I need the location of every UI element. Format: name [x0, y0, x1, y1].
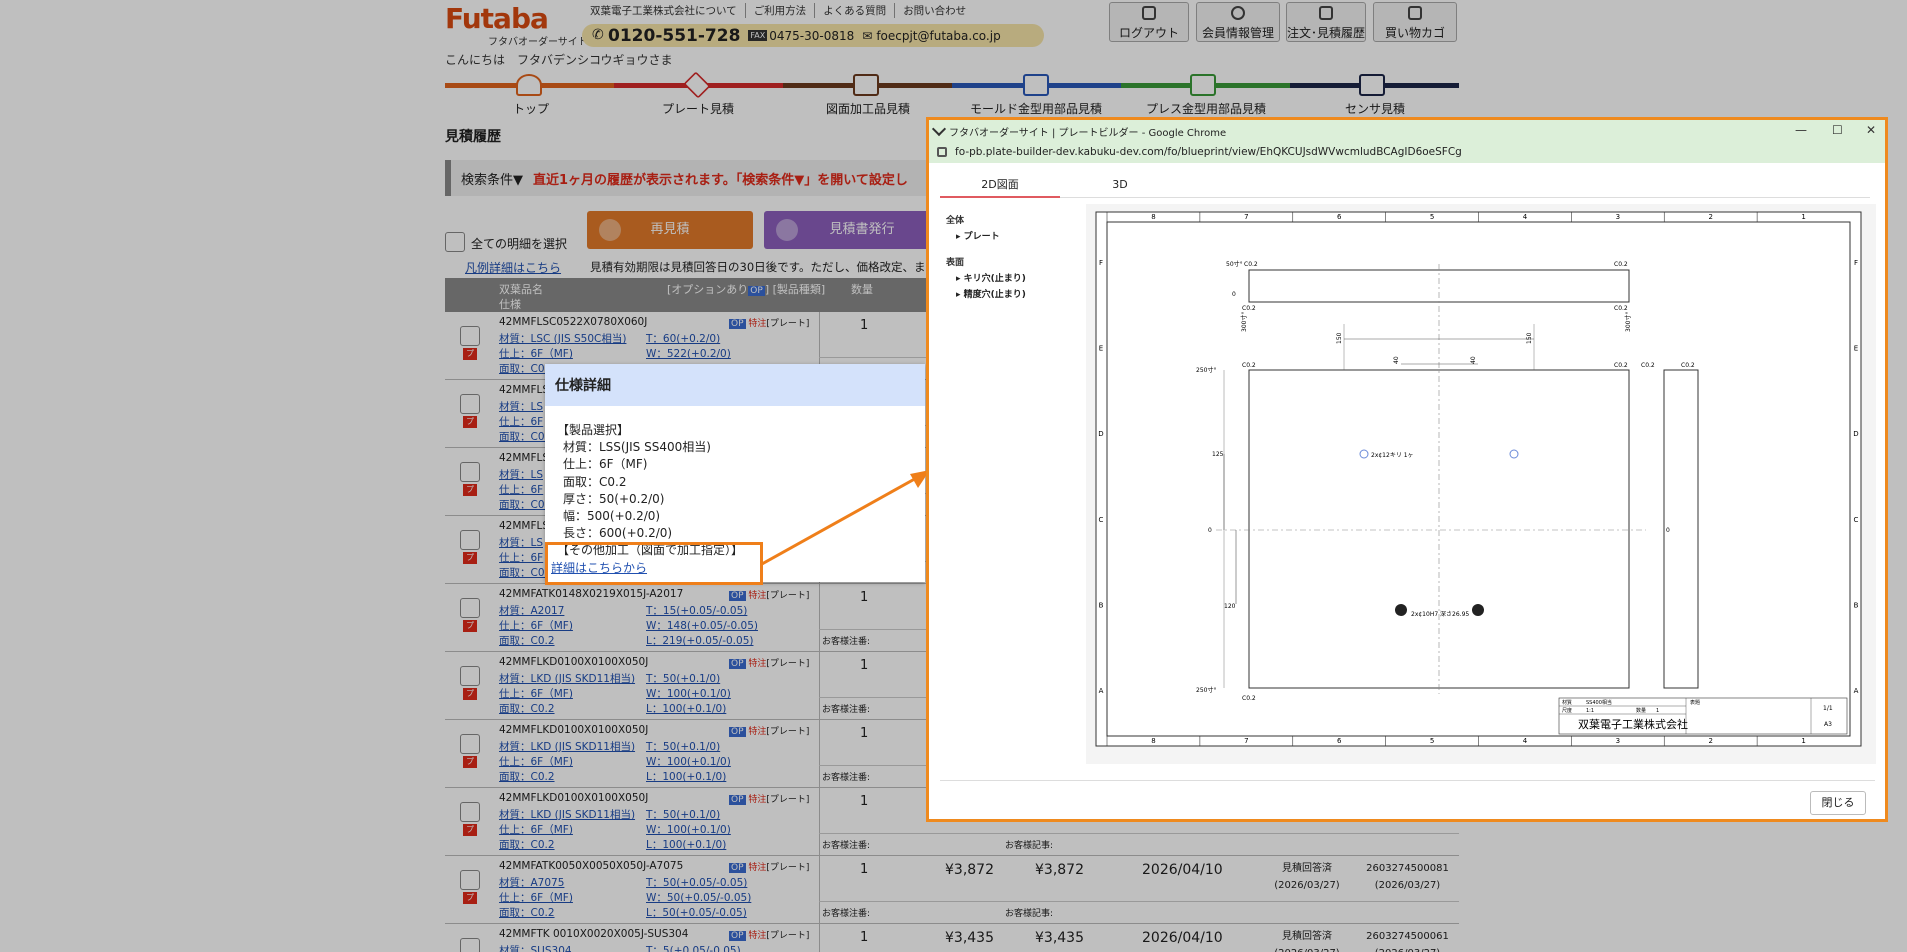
zone-col-label: 5	[1430, 737, 1434, 745]
tree-item-precision-hole[interactable]: ▸ 精度穴(止まり)	[946, 287, 1069, 303]
dim-300a: 300寸°	[1240, 312, 1248, 332]
tb-material-label: 材質	[1562, 699, 1572, 706]
zone-row-label: C	[1854, 516, 1859, 524]
dim-c02: C0.2	[1641, 362, 1655, 369]
spec-line: 【製品選択】	[557, 423, 630, 437]
spec-line: 材質：LSS(JIS SS400相当)	[563, 440, 711, 455]
zone-col-label: 6	[1337, 737, 1342, 745]
blueprint-popup-window: フタバオーダーサイト | プレートビルダー - Google Chrome — …	[926, 117, 1888, 822]
zone-row-label: B	[1099, 602, 1104, 610]
zone-row-label: A	[1099, 687, 1104, 695]
pointer-arrow	[761, 470, 930, 566]
minimize-icon[interactable]: —	[1795, 123, 1807, 137]
dim-c02: C0.2	[1244, 261, 1258, 268]
tb-material: SS400相当	[1586, 699, 1612, 706]
zone-col-label: 2	[1708, 213, 1712, 221]
feature-tree: 全体 ▸ プレート 表面 ▸ キリ穴(止まり) ▸ 精度穴(止まり)	[940, 204, 1075, 764]
blueprint-canvas[interactable]: 8 8 7 7 6 6 5 5 4 4 3 3 2 2 1 1 F F E E D D C C B B A A 50寸° C0.2 C…	[1086, 204, 1876, 764]
zone-row-label: D	[1853, 430, 1858, 438]
url-text: fo-pb.plate-builder-dev.kabuku-dev.com/f…	[955, 146, 1462, 158]
tab-3d[interactable]: 3D	[1060, 172, 1180, 198]
dim-40a: 40	[1393, 356, 1400, 364]
dim-zero: 0	[1666, 527, 1670, 534]
zone-col-label: 7	[1244, 213, 1248, 221]
zone-row-label: C	[1099, 516, 1104, 524]
popup-close-button[interactable]: 閉じる	[1810, 791, 1866, 815]
dim-zero: 0	[1232, 291, 1236, 298]
zone-col-label: 1	[1801, 213, 1805, 221]
spec-dialog-title: 仕様詳細	[545, 364, 925, 406]
zone-col-label: 1	[1801, 737, 1805, 745]
sheet-border	[1095, 211, 1862, 747]
tb-scale: 1:1	[1586, 708, 1594, 714]
site-info-icon[interactable]	[937, 147, 947, 157]
zone-col-label: 2	[1708, 737, 1712, 745]
zone-row-label: F	[1854, 259, 1858, 267]
dim-c02: C0.2	[1242, 362, 1256, 369]
zone-col-label: 8	[1151, 737, 1155, 745]
dim-c02: C0.2	[1614, 362, 1628, 369]
blueprint-drawing: 8 8 7 7 6 6 5 5 4 4 3 3 2 2 1 1 F F E E D D C C B B A A 50寸° C0.2	[1095, 211, 1862, 747]
dim-150a: 150	[1336, 332, 1343, 344]
tb-qty-label: 数量	[1636, 707, 1646, 714]
zone-col-label: 5	[1430, 213, 1434, 221]
zone-col-label: 7	[1244, 737, 1248, 745]
tb-qty: 1	[1656, 708, 1659, 714]
highlight-box	[545, 542, 763, 585]
dim-300b: 300寸°	[1624, 312, 1632, 332]
dim-40b: 40	[1470, 356, 1477, 364]
zone-col-label: 3	[1616, 737, 1620, 745]
zone-col-label: 4	[1523, 213, 1528, 221]
dim-120: 120	[1224, 603, 1236, 610]
view-tabs: 2D図面 3D	[940, 172, 1870, 198]
zone-row-label: E	[1099, 345, 1103, 353]
zone-row-label: D	[1098, 430, 1103, 438]
dim-c02: C0.2	[1242, 305, 1256, 312]
zone-col-label: 8	[1151, 213, 1155, 221]
zone-row-label: F	[1099, 259, 1103, 267]
tree-group-all: 全体	[946, 216, 965, 226]
precision-hole-1[interactable]	[1395, 604, 1407, 616]
dim-150b: 150	[1526, 332, 1533, 344]
close-icon[interactable]: ✕	[1866, 123, 1876, 137]
address-bar[interactable]: fo-pb.plate-builder-dev.kabuku-dev.com/f…	[929, 143, 1885, 163]
dim-125: 125	[1212, 451, 1224, 458]
tb-sheet-label: 表題	[1690, 699, 1700, 706]
arrow-line	[761, 474, 921, 566]
dim-250b: 250寸°	[1196, 686, 1216, 694]
zone-row-label: B	[1854, 602, 1859, 610]
zone-col-label: 6	[1337, 213, 1342, 221]
hole-callout-2: 2x¢10H7 深さ26.95	[1411, 610, 1469, 618]
dim-zero: 0	[1208, 527, 1212, 534]
tree-item-plate[interactable]: ▸ プレート	[946, 229, 1069, 245]
window-titlebar[interactable]: フタバオーダーサイト | プレートビルダー - Google Chrome — …	[929, 120, 1885, 143]
maximize-icon[interactable]: ☐	[1832, 123, 1843, 137]
tb-sheet: 1/1	[1823, 705, 1833, 712]
tb-company: 双葉電子工業株式会社	[1578, 717, 1688, 731]
dim-c02: C0.2	[1614, 305, 1628, 312]
tb-scale-label: 尺度	[1562, 707, 1572, 714]
tree-group-surface: 表面	[946, 258, 965, 268]
zone-col-label: 4	[1523, 737, 1528, 745]
hole-callout-1: 2x¢12キリ 1ヶ	[1371, 452, 1414, 459]
footer-divider	[940, 780, 1875, 781]
dim-250a: 250寸°	[1196, 366, 1216, 374]
zone-col-label: 3	[1616, 213, 1620, 221]
dim-50: 50寸°	[1226, 260, 1243, 268]
tab-2d[interactable]: 2D図面	[940, 172, 1060, 198]
dim-c02: C0.2	[1681, 362, 1695, 369]
zone-row-label: A	[1854, 687, 1859, 695]
dim-c02: C0.2	[1614, 261, 1628, 268]
window-title: フタバオーダーサイト | プレートビルダー - Google Chrome	[949, 128, 1227, 139]
app-icon	[931, 121, 947, 137]
zone-row-label: E	[1854, 345, 1858, 353]
tree-item-drill-hole[interactable]: ▸ キリ穴(止まり)	[946, 271, 1069, 287]
tb-size: A3	[1824, 721, 1832, 728]
dim-c02: C0.2	[1242, 695, 1256, 702]
precision-hole-2[interactable]	[1472, 604, 1484, 616]
